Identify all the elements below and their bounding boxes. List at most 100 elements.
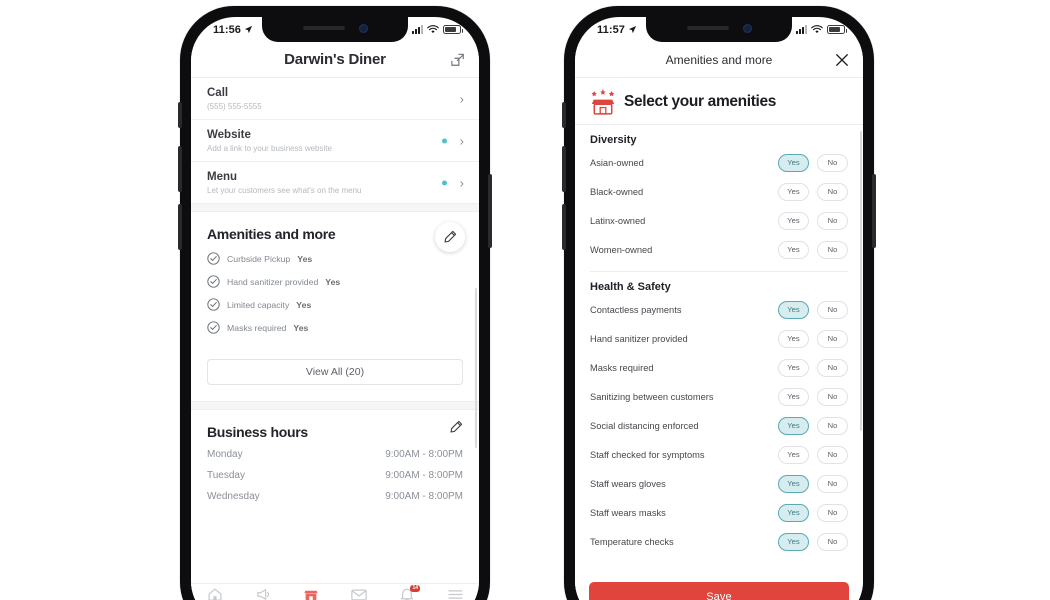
tab-inbox[interactable]: Inbox <box>335 588 383 600</box>
power-button[interactable] <box>488 174 492 248</box>
phone-left: 11:56 Darwin's Diner Call (555) 555-5555… <box>178 6 492 600</box>
no-button[interactable]: No <box>817 445 848 464</box>
close-icon[interactable] <box>835 53 849 67</box>
no-button[interactable]: No <box>817 240 848 259</box>
yes-button[interactable]: Yes <box>778 387 809 406</box>
external-link-icon[interactable] <box>451 53 465 67</box>
list-item-title: Website <box>207 129 251 141</box>
wifi-icon <box>811 25 823 34</box>
wifi-icon <box>427 25 439 34</box>
chevron-right-icon: › <box>459 91 464 106</box>
amenity-value: Yes <box>325 276 341 287</box>
no-button[interactable]: No <box>817 416 848 435</box>
tab-yelp-ads[interactable]: Yelp Ads <box>239 588 287 600</box>
amenity-label: Temperature checks <box>590 536 674 547</box>
scrollbar[interactable] <box>859 131 862 431</box>
power-button[interactable] <box>872 174 876 248</box>
yes-button[interactable]: Yes <box>778 503 809 522</box>
volume-up-button[interactable] <box>178 146 182 192</box>
section-heading: Amenities and more <box>207 226 336 242</box>
amenity-question-row: Hand sanitizer provided Yes No <box>590 324 848 353</box>
list-item-website[interactable]: Website Add a link to your business webs… <box>191 119 479 161</box>
home-icon <box>208 588 222 600</box>
no-button[interactable]: No <box>817 182 848 201</box>
list-item-menu[interactable]: Menu Let your customers see what's on th… <box>191 161 479 203</box>
hero-header: Select your amenities <box>575 78 863 124</box>
right-scroll-area[interactable]: Diversity Asian-owned Yes No Black-owned… <box>575 124 863 600</box>
tab-biz-info[interactable]: Biz Info <box>287 588 335 600</box>
earpiece-speaker <box>302 26 345 30</box>
no-button[interactable]: No <box>817 474 848 493</box>
view-all-button[interactable]: View All (20) <box>207 359 463 385</box>
no-button[interactable]: No <box>817 153 848 172</box>
section-heading: Business hours <box>207 424 308 440</box>
list-item-call[interactable]: Call (555) 555-5555 › <box>191 78 479 119</box>
section-health-safety: Health & Safety Contactless payments Yes… <box>590 272 848 586</box>
scrollbar[interactable] <box>474 288 477 448</box>
right-nav-bar: Amenities and more <box>575 42 863 78</box>
tab-home[interactable]: Home <box>191 588 239 600</box>
check-circle-icon <box>207 321 220 334</box>
bell-icon: 14 <box>400 585 420 600</box>
amenity-label: Latinx-owned <box>590 215 646 226</box>
no-button[interactable]: No <box>817 211 848 230</box>
tab-notifications[interactable]: 14 Notifications <box>383 585 431 600</box>
no-button[interactable]: No <box>817 300 848 319</box>
yes-button[interactable]: Yes <box>778 416 809 435</box>
yes-button[interactable]: Yes <box>778 240 809 259</box>
amenity-question-row: Staff wears masks Yes No <box>590 498 848 527</box>
amenity-question-row: Black-owned Yes No <box>590 177 848 206</box>
save-button[interactable]: Save <box>589 582 849 600</box>
check-circle-icon <box>207 298 220 311</box>
left-scroll-area[interactable]: Call (555) 555-5555 › Website Add a link… <box>191 78 479 600</box>
yes-button[interactable]: Yes <box>778 329 809 348</box>
yes-button[interactable]: Yes <box>778 182 809 201</box>
amenity-label: Limited capacity <box>227 299 290 310</box>
battery-icon <box>827 25 847 34</box>
amenity-value: Yes <box>296 299 312 310</box>
amenity-label: Social distancing enforced <box>590 420 699 431</box>
location-arrow-icon <box>244 25 253 34</box>
hours-time: 9:00AM - 8:00PM <box>385 491 463 502</box>
battery-icon <box>443 25 463 34</box>
volume-up-button[interactable] <box>562 146 566 192</box>
amenity-label: Hand sanitizer provided <box>227 276 319 287</box>
amenity-question-row: Contactless payments Yes No <box>590 295 848 324</box>
yes-button[interactable]: Yes <box>778 358 809 377</box>
yes-button[interactable]: Yes <box>778 211 809 230</box>
no-button[interactable]: No <box>817 532 848 551</box>
chevron-right-icon: › <box>459 175 464 190</box>
yes-button[interactable]: Yes <box>778 474 809 493</box>
chevron-right-icon: › <box>459 133 464 148</box>
yes-button[interactable]: Yes <box>778 532 809 551</box>
amenity-label: Asian-owned <box>590 157 644 168</box>
no-button[interactable]: No <box>817 503 848 522</box>
pencil-icon[interactable] <box>449 420 463 434</box>
unread-dot <box>442 138 447 143</box>
section-divider <box>191 401 479 410</box>
no-button[interactable]: No <box>817 329 848 348</box>
yes-button[interactable]: Yes <box>778 300 809 319</box>
silent-switch[interactable] <box>562 102 566 128</box>
amenity-label: Women-owned <box>590 244 653 255</box>
hours-time: 9:00AM - 8:00PM <box>385 449 463 460</box>
amenity-question-row: Temperature checks Yes No <box>590 527 848 556</box>
volume-down-button[interactable] <box>562 204 566 250</box>
business-hours-section: Business hours <box>191 410 479 444</box>
amenity-item: Limited capacity Yes <box>207 298 463 311</box>
tab-more[interactable]: More <box>431 588 479 600</box>
amenity-item: Masks required Yes <box>207 321 463 334</box>
hours-time: 9:00AM - 8:00PM <box>385 470 463 481</box>
silent-switch[interactable] <box>178 102 182 128</box>
yes-button[interactable]: Yes <box>778 445 809 464</box>
no-button[interactable]: No <box>817 387 848 406</box>
volume-down-button[interactable] <box>178 204 182 250</box>
envelope-icon <box>351 588 367 600</box>
yes-button[interactable]: Yes <box>778 153 809 172</box>
left-screen: 11:56 Darwin's Diner Call (555) 555-5555… <box>191 17 479 600</box>
no-button[interactable]: No <box>817 358 848 377</box>
pencil-icon[interactable] <box>435 222 465 252</box>
notch <box>262 17 408 42</box>
amenity-item: Curbside Pickup Yes <box>207 252 463 265</box>
section-heading: Diversity <box>590 134 637 146</box>
